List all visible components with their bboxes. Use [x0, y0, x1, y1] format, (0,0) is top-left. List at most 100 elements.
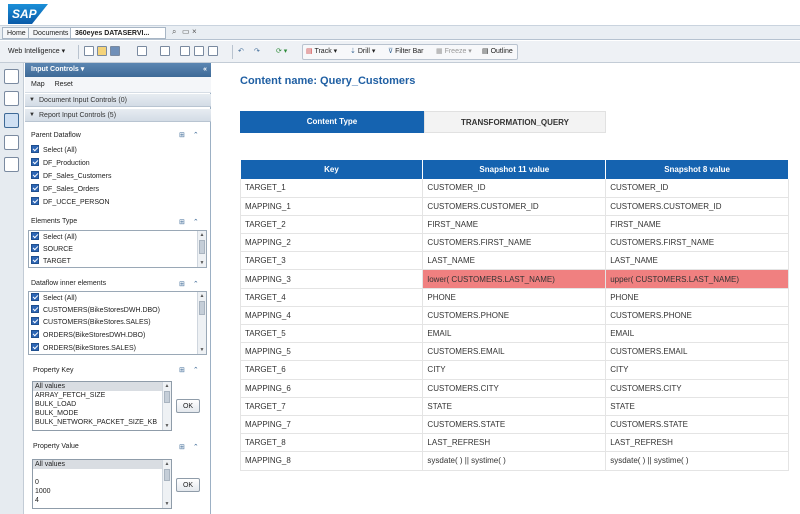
checkbox-item[interactable]: DF_UCCE_PERSON — [31, 197, 110, 208]
tab-documents[interactable]: Documents — [28, 27, 74, 39]
new-icon[interactable] — [84, 46, 94, 56]
mail-icon[interactable] — [208, 46, 218, 56]
scrollbar[interactable]: ▲ ▼ — [197, 292, 206, 354]
list-option[interactable]: BULK_MODE — [33, 409, 171, 418]
data-icon[interactable] — [180, 46, 190, 56]
checkbox-item[interactable]: Select (All) — [31, 293, 77, 304]
dependencies-icon[interactable]: ⊞ — [179, 219, 185, 226]
scrollbar[interactable]: ▲ ▼ — [162, 460, 171, 508]
collapse-up-icon[interactable]: ⌃ — [193, 132, 199, 139]
reset-link[interactable]: Reset — [55, 81, 73, 88]
search-icon[interactable]: ⌕ — [172, 27, 176, 37]
checkbox-item[interactable]: DF_Production — [31, 158, 90, 169]
undo-icon[interactable]: ↶ — [238, 45, 244, 59]
checkbox[interactable] — [31, 293, 39, 302]
checkbox[interactable] — [31, 244, 39, 253]
checkbox[interactable] — [31, 305, 39, 314]
scroll-up-icon[interactable]: ▲ — [163, 460, 171, 468]
checkbox[interactable] — [31, 343, 39, 352]
collapse-up-icon[interactable]: ⌃ — [193, 444, 199, 451]
map-link[interactable]: Map — [31, 81, 45, 88]
save-icon[interactable] — [110, 46, 120, 56]
menu-icon[interactable]: ▭ — [182, 27, 190, 36]
checkbox[interactable] — [31, 158, 39, 167]
scroll-up-icon[interactable]: ▲ — [198, 292, 206, 300]
print-icon[interactable] — [137, 46, 147, 56]
property-key-list[interactable]: All values ARRAY_FETCH_SIZE BULK_LOAD BU… — [32, 381, 172, 431]
scroll-thumb[interactable] — [199, 301, 205, 315]
open-icon[interactable] — [97, 46, 107, 56]
checkbox-item[interactable]: DF_Sales_Orders — [31, 184, 99, 195]
checkbox[interactable] — [31, 197, 39, 206]
list-option[interactable]: 0 — [33, 478, 171, 487]
dependencies-icon[interactable]: ⊞ — [179, 444, 185, 451]
list-option[interactable]: 1000 — [33, 487, 171, 496]
find-icon[interactable] — [160, 46, 170, 56]
tab-content-type[interactable]: Content Type — [240, 111, 424, 133]
drill-button[interactable]: ⇣ Drill ▾ — [350, 45, 375, 59]
filter-bar-button[interactable]: ⊽ Filter Bar — [388, 45, 423, 59]
checkbox-item[interactable]: ORDERS(BikeStores.SALES) — [31, 343, 136, 354]
elements-type-list[interactable]: Select (All) SOURCE TARGET ▲ ▼ — [28, 230, 207, 268]
list-option[interactable]: ARRAY_FETCH_SIZE — [33, 391, 171, 400]
collapse-up-icon[interactable]: ⌃ — [193, 367, 199, 374]
ok-button[interactable]: OK — [176, 399, 200, 413]
collapse-up-icon[interactable]: ⌃ — [193, 219, 199, 226]
report-input-controls-section[interactable]: ▼ Report Input Controls (5) — [25, 109, 211, 122]
scroll-down-icon[interactable]: ▼ — [163, 422, 171, 430]
list-option[interactable]: All values — [33, 382, 171, 391]
tab-document[interactable]: 360eyes DATASERVI... — [70, 27, 166, 39]
scroll-down-icon[interactable]: ▼ — [163, 500, 171, 508]
dependencies-icon[interactable]: ⊞ — [179, 281, 185, 288]
checkbox-item[interactable]: ORDERS(BikeStoresDWH.DBO) — [31, 330, 145, 341]
freeze-button[interactable]: ▦ Freeze ▾ — [436, 45, 472, 59]
document-structure-icon[interactable] — [4, 69, 19, 84]
refresh-icon[interactable]: ⟳ ▾ — [276, 45, 287, 59]
property-value-list[interactable]: All values 0 1000 4 ▲ ▼ — [32, 459, 172, 509]
dependencies-icon[interactable]: ⊞ — [179, 367, 185, 374]
list-option[interactable]: All values — [33, 460, 171, 469]
input-controls-icon[interactable] — [4, 113, 19, 128]
dataflow-inner-list[interactable]: Select (All) CUSTOMERS(BikeStoresDWH.DBO… — [28, 291, 207, 355]
list-option[interactable]: BULK_LOAD — [33, 400, 171, 409]
checkbox[interactable] — [31, 330, 39, 339]
checkbox-item[interactable]: Select (All) — [31, 232, 77, 243]
checkbox[interactable] — [31, 317, 39, 326]
scroll-thumb[interactable] — [199, 240, 205, 254]
list-option[interactable]: 4 — [33, 496, 171, 505]
checkbox-item[interactable]: CUSTOMERS(BikeStoresDWH.DBO) — [31, 305, 160, 316]
tab-transformation-query[interactable]: TRANSFORMATION_QUERY — [424, 111, 606, 133]
scroll-thumb[interactable] — [164, 391, 170, 403]
checkbox[interactable] — [31, 184, 39, 193]
collapse-up-icon[interactable]: ⌃ — [193, 281, 199, 288]
close-icon[interactable]: × — [192, 27, 197, 36]
document-input-controls-section[interactable]: ▼ Document Input Controls (0) — [25, 94, 211, 107]
scroll-up-icon[interactable]: ▲ — [198, 231, 206, 239]
collapse-icon[interactable]: « — [203, 63, 207, 77]
track-button[interactable]: ▤ Track ▾ — [306, 45, 337, 59]
scroll-down-icon[interactable]: ▼ — [198, 346, 206, 354]
redo-icon[interactable]: ↷ — [254, 45, 260, 59]
list-option[interactable] — [33, 469, 171, 478]
checkbox-item[interactable]: CUSTOMERS(BikeStores.SALES) — [31, 317, 151, 328]
checkbox-item[interactable]: DF_Sales_Customers — [31, 171, 111, 182]
tab-home[interactable]: Home — [2, 27, 31, 39]
help-icon[interactable] — [4, 135, 19, 150]
export-icon[interactable] — [194, 46, 204, 56]
ok-button[interactable]: OK — [176, 478, 200, 492]
checkbox[interactable] — [31, 145, 39, 154]
scrollbar[interactable]: ▲ ▼ — [197, 231, 206, 267]
checkbox-item[interactable]: SOURCE — [31, 244, 73, 255]
scroll-thumb[interactable] — [164, 469, 170, 481]
outline-button[interactable]: ▤ Outline — [482, 45, 513, 59]
scroll-up-icon[interactable]: ▲ — [163, 382, 171, 390]
scroll-down-icon[interactable]: ▼ — [198, 259, 206, 267]
mode-dropdown[interactable]: Web Intelligence ▾ — [8, 45, 65, 59]
scrollbar[interactable]: ▲ ▼ — [162, 382, 171, 430]
list-option[interactable]: BULK_NETWORK_PACKET_SIZE_KB — [33, 418, 171, 427]
checkbox[interactable] — [31, 256, 39, 265]
navigation-map-icon[interactable] — [4, 91, 19, 106]
checkbox[interactable] — [31, 171, 39, 180]
checkbox-item[interactable]: Select (All) — [31, 145, 77, 156]
dependencies-icon[interactable]: ⊞ — [179, 132, 185, 139]
